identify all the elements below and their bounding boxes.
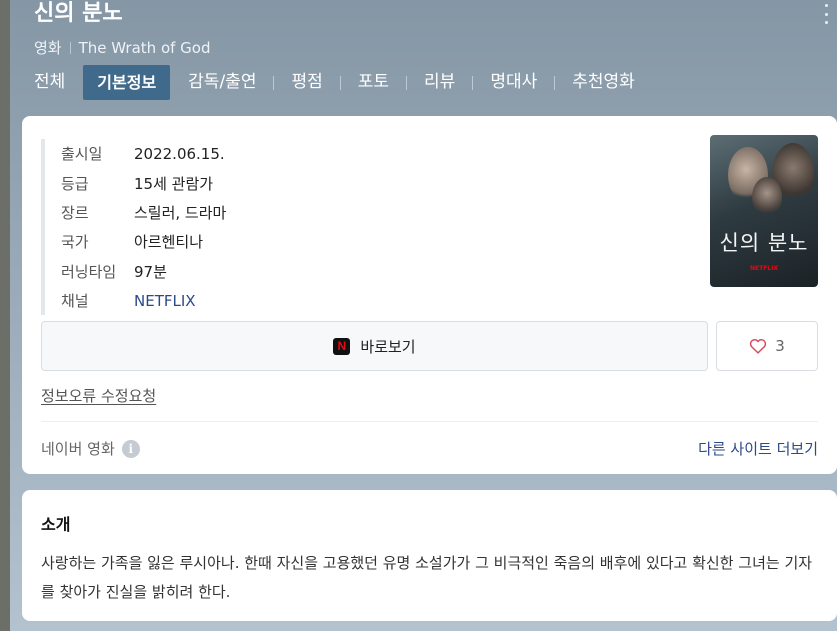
info-key: 출시일 xyxy=(61,145,103,164)
category-label: 영화 xyxy=(34,39,62,57)
tab-recommended[interactable]: 추천영화 xyxy=(572,65,635,100)
tab-divider xyxy=(339,75,341,90)
info-key: 국가 xyxy=(61,233,89,252)
tab-divider xyxy=(472,75,474,90)
intro-text: 사랑하는 가족을 잃은 루시아나. 한때 자신을 고용했던 유명 소설가가 그 … xyxy=(41,554,813,601)
tab-divider xyxy=(554,75,556,90)
like-count: 3 xyxy=(775,337,785,355)
source-name: 네이버 영화 xyxy=(41,440,115,458)
tab-famous-lines[interactable]: 명대사 xyxy=(490,65,537,100)
tab-all[interactable]: 전체 xyxy=(34,65,65,100)
poster-title: 신의 분노 xyxy=(719,231,809,255)
info-row-country: 국가 아르헨티나 xyxy=(61,227,226,256)
info-row-channel: 채널 NETFLIX xyxy=(61,286,226,315)
original-title: The Wrath of God xyxy=(78,38,211,57)
card-divider xyxy=(41,421,818,422)
tab-photo[interactable]: 포토 xyxy=(358,65,389,100)
movie-subtitle: 영화 The Wrath of God xyxy=(34,37,211,58)
tab-review[interactable]: 리뷰 xyxy=(424,65,455,100)
tab-divider xyxy=(273,75,275,90)
intro-card: 소개 사랑하는 가족을 잃은 루시아나. 한때 자신을 고용했던 유명 소설가가… xyxy=(22,490,837,621)
more-sites-link[interactable]: 다른 사이트 더보기 xyxy=(698,438,818,459)
movie-title: 신의 분노 xyxy=(34,1,123,26)
poster-netflix-badge: NETFLIX xyxy=(750,265,778,272)
info-list: 출시일 2022.06.15. 등급 15세 관람가 장르 스릴러, 드라마 국… xyxy=(41,139,226,316)
info-row-release: 출시일 2022.06.15. xyxy=(61,139,226,168)
info-icon[interactable]: i xyxy=(121,439,140,458)
info-value: 97분 xyxy=(134,262,167,281)
heart-icon xyxy=(750,339,767,354)
basic-info-card: 출시일 2022.06.15. 등급 15세 관람가 장르 스릴러, 드라마 국… xyxy=(22,116,837,474)
channel-link[interactable]: NETFLIX xyxy=(134,292,196,310)
intro-title: 소개 xyxy=(41,515,71,534)
movie-poster[interactable]: 신의 분노 NETFLIX xyxy=(710,135,818,287)
info-value: 스릴러, 드라마 xyxy=(134,203,227,222)
tab-basic-info[interactable]: 기본정보 xyxy=(83,65,171,100)
info-value: 15세 관람가 xyxy=(134,174,214,193)
info-value: 아르헨티나 xyxy=(134,233,204,252)
movie-panel: 신의 분노 영화 The Wrath of God 전체 기본정보 감독/출연 … xyxy=(10,0,837,631)
tab-director-cast[interactable]: 감독/출연 xyxy=(188,65,256,100)
left-window-strip xyxy=(0,0,10,631)
subtitle-divider xyxy=(69,41,71,54)
tab-rating[interactable]: 평점 xyxy=(291,65,322,100)
info-key: 장르 xyxy=(61,203,89,222)
tab-divider xyxy=(406,75,408,90)
info-key: 등급 xyxy=(61,174,89,193)
netflix-icon: N xyxy=(333,337,351,355)
like-button[interactable]: 3 xyxy=(716,321,818,371)
info-value: 2022.06.15. xyxy=(134,144,225,163)
source-label: 네이버 영화 i xyxy=(41,438,140,459)
info-row-genre: 장르 스릴러, 드라마 xyxy=(61,198,226,227)
watch-now-label: 바로보기 xyxy=(360,337,416,356)
tab-bar: 전체 기본정보 감독/출연 평점 포토 리뷰 명대사 추천영화 xyxy=(34,65,635,100)
watch-now-button[interactable]: N 바로보기 xyxy=(41,321,708,371)
info-row-rating: 등급 15세 관람가 xyxy=(61,168,226,197)
more-options-icon[interactable] xyxy=(823,4,829,24)
info-key: 채널 xyxy=(61,292,89,311)
info-row-runtime: 러닝타임 97분 xyxy=(61,257,226,286)
info-key: 러닝타임 xyxy=(61,262,117,281)
report-error-link[interactable]: 정보오류 수정요청 xyxy=(41,385,156,406)
movie-header: 신의 분노 영화 The Wrath of God 전체 기본정보 감독/출연 … xyxy=(10,0,837,112)
